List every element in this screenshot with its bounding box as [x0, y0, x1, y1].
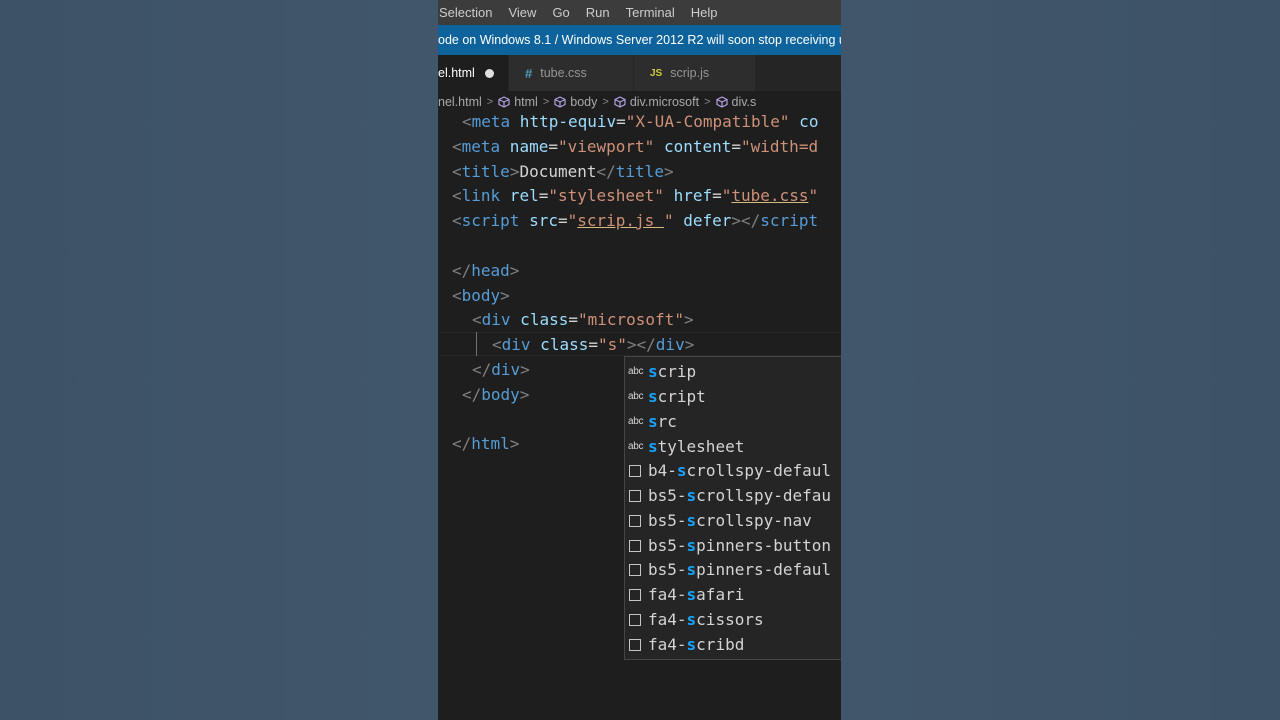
suggestion-item[interactable]: fa4- s afari: [625, 582, 841, 607]
suggestion-item[interactable]: abc s rc: [625, 409, 841, 434]
css-file-icon: #: [525, 65, 533, 81]
snippet-icon: [629, 514, 641, 527]
snippet-icon: [629, 464, 641, 477]
menu-help[interactable]: Help: [683, 5, 726, 20]
suggestion-item[interactable]: bs5- s pinners-defaul: [625, 557, 841, 582]
tab-label: tube.css: [540, 66, 587, 80]
code-line: </html>: [452, 434, 520, 453]
word-completion-icon: abc: [628, 441, 644, 452]
element-cube-icon: [715, 96, 728, 108]
chevron-right-icon: >: [602, 96, 609, 108]
tab-js[interactable]: JS scrip.js: [634, 55, 756, 91]
tab-css[interactable]: # tube.css: [509, 55, 634, 91]
snippet-icon: [629, 638, 641, 651]
unsaved-dot-icon[interactable]: [484, 68, 494, 78]
code-line: <title>Document</title>: [452, 162, 674, 181]
snippet-icon: [629, 613, 641, 626]
snippet-icon: [629, 563, 641, 576]
code-line: <link rel="stylesheet" href="tube.css": [452, 186, 819, 205]
menu-run[interactable]: Run: [578, 5, 618, 20]
element-cube-icon: [614, 96, 626, 108]
snippet-icon: [629, 489, 641, 502]
background-right: [841, 0, 1280, 720]
chevron-right-icon: >: [486, 96, 494, 108]
menu-go[interactable]: Go: [544, 5, 577, 20]
suggestion-item[interactable]: bs5- s crollspy-defau: [625, 483, 841, 508]
breadcrumb-div-s[interactable]: div.s: [715, 95, 756, 109]
menu-terminal[interactable]: Terminal: [618, 5, 683, 20]
menu-view[interactable]: View: [500, 5, 544, 20]
tab-html[interactable]: el.html: [438, 55, 509, 91]
autocomplete-suggestions: abc s crip abc s cript abc s rc abc s tylesheet …: [624, 356, 841, 660]
breadcrumb-html[interactable]: html: [498, 95, 538, 109]
suggestion-item[interactable]: abc s cript: [625, 384, 841, 409]
code-line-active: <div class="s"></div>: [492, 335, 695, 354]
word-completion-icon: abc: [628, 366, 644, 377]
menu-bar: Selection View Go Run Terminal Help: [438, 0, 841, 25]
suggestion-item[interactable]: fa4- s cissors: [625, 607, 841, 632]
breadcrumb-file[interactable]: nel.html: [438, 95, 482, 109]
snippet-icon: [629, 588, 641, 601]
chevron-right-icon: >: [704, 96, 711, 108]
tab-label: scrip.js: [670, 66, 710, 80]
code-line: </body>: [462, 385, 530, 404]
code-line: </head>: [452, 261, 520, 280]
indent-guide: [476, 332, 477, 356]
notification-banner: ode on Windows 8.1 / Windows Server 2012…: [438, 25, 841, 55]
element-cube-icon: [554, 96, 566, 108]
suggestion-item[interactable]: fa4- s cribd: [625, 632, 841, 657]
editor-tab-bar: el.html # tube.css JS scrip.js: [438, 55, 841, 91]
js-file-icon: JS: [650, 67, 663, 79]
code-line: </div>: [472, 360, 530, 379]
code-line: <script src="scrip.js " defer></script: [452, 211, 819, 230]
banner-text: ode on Windows 8.1 / Windows Server 2012…: [438, 33, 841, 47]
code-line: <body>: [452, 286, 510, 305]
vscode-window: Selection View Go Run Terminal Help ode …: [438, 0, 841, 720]
suggestion-item[interactable]: abc s tylesheet: [625, 434, 841, 459]
background-left: [0, 0, 438, 720]
code-line: <meta http-equiv="X-UA-Compatible" co: [462, 112, 819, 131]
element-cube-icon: [498, 96, 510, 108]
suggestion-item[interactable]: abc s crip: [625, 359, 841, 384]
suggestion-item[interactable]: b4- s crollspy-defaul: [625, 458, 841, 483]
menu-selection[interactable]: Selection: [438, 5, 500, 20]
snippet-icon: [629, 539, 641, 552]
tab-label: el.html: [438, 66, 475, 80]
code-line: <div class="microsoft">: [472, 310, 694, 329]
breadcrumb-div-microsoft[interactable]: div.microsoft: [614, 95, 699, 109]
suggestion-item[interactable]: bs5- s crollspy-nav: [625, 508, 841, 533]
word-completion-icon: abc: [628, 391, 644, 402]
suggestion-item[interactable]: bs5- s pinners-button: [625, 533, 841, 558]
chevron-right-icon: >: [542, 96, 550, 108]
breadcrumb-body[interactable]: body: [554, 95, 597, 109]
code-line: <meta name="viewport" content="width=d: [452, 137, 819, 156]
word-completion-icon: abc: [628, 416, 644, 427]
